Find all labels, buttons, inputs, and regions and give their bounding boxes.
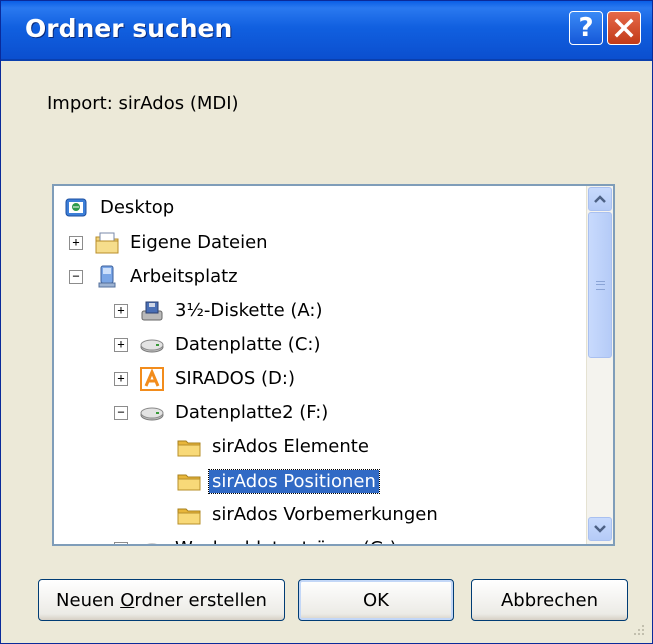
title-bar[interactable]: Ordner suchen ?	[1, 1, 652, 61]
tree-item-label: Desktop	[100, 197, 175, 218]
tree-item-label: SIRADOS (D:)	[175, 368, 295, 389]
cancel-button[interactable]: Abbrechen	[471, 579, 628, 621]
tree-item-label: sirAdos Positionen	[208, 469, 380, 494]
folder-icon	[176, 503, 202, 527]
folder-tree-items: Desktop + Eigene Dateien − Arbeitsplatz +3½-D…	[54, 186, 587, 544]
resize-grip-icon[interactable]	[632, 623, 646, 637]
desktop-icon	[64, 196, 90, 220]
expand-icon[interactable]: +	[114, 542, 128, 544]
tree-item-label: sirAdos Vorbemerkungen	[212, 504, 438, 525]
scroll-down-button[interactable]	[588, 517, 612, 541]
tree-item-label: Datenplatte2 (F:)	[175, 402, 329, 423]
collapse-icon[interactable]: −	[114, 406, 128, 420]
expand-icon[interactable]: +	[114, 372, 128, 386]
folder-tree[interactable]: Desktop + Eigene Dateien − Arbeitsplatz +3½-D…	[52, 184, 615, 546]
new-folder-label-a: Neuen	[56, 589, 121, 611]
expand-icon[interactable]: +	[114, 304, 128, 318]
tree-item-label: sirAdos Elemente	[212, 436, 369, 457]
tree-item[interactable]: +3½-Diskette (A:)	[54, 296, 587, 326]
ok-button[interactable]: OK	[298, 579, 454, 621]
folder-icon	[176, 469, 202, 493]
my-computer-icon	[94, 265, 120, 289]
expand-icon[interactable]: +	[69, 236, 83, 250]
tree-item-label: Wechseldatenträger (G:)	[175, 538, 397, 544]
chevron-down-icon	[594, 525, 606, 533]
hard-drive-icon	[139, 333, 165, 357]
tree-item[interactable]: + Wechseldatenträger (G:)	[54, 534, 587, 544]
new-folder-label-c: rdner erstellen	[134, 589, 267, 611]
floppy-drive-icon	[139, 299, 165, 323]
my-documents-icon	[94, 231, 120, 255]
tree-item[interactable]: + Datenplatte (C:)	[54, 330, 587, 360]
help-button[interactable]: ?	[569, 11, 603, 45]
vertical-scrollbar[interactable]	[586, 186, 613, 544]
tree-item[interactable]: + Eigene Dateien	[54, 228, 587, 258]
tree-item[interactable]: − Arbeitsplatz	[54, 262, 587, 292]
folder-browse-dialog: Ordner suchen ? Import: sirAdos (MDI) De…	[0, 0, 653, 644]
tree-item-label: 3½-Diskette (A:)	[175, 300, 323, 321]
scroll-thumb[interactable]	[588, 212, 612, 358]
collapse-icon[interactable]: −	[69, 270, 83, 284]
tree-item[interactable]: + SIRADOS (D:)	[54, 364, 587, 394]
tree-item[interactable]: sirAdos Positionen	[54, 466, 587, 496]
tree-item[interactable]: sirAdos Elemente	[54, 432, 587, 462]
window-title: Ordner suchen	[25, 14, 233, 43]
hard-drive-icon	[139, 401, 165, 425]
close-icon	[614, 18, 634, 38]
removable-drive-icon	[139, 537, 165, 544]
new-folder-label-b: O	[120, 589, 135, 611]
expand-icon[interactable]: +	[114, 338, 128, 352]
tree-item-label: Arbeitsplatz	[130, 266, 238, 287]
tree-item-label: Datenplatte (C:)	[175, 334, 321, 355]
folder-icon	[176, 435, 202, 459]
tree-item[interactable]: − Datenplatte2 (F:)	[54, 398, 587, 428]
grip-icon	[596, 281, 605, 290]
tree-item[interactable]: sirAdos Vorbemerkungen	[54, 500, 587, 530]
cd-drive-icon	[139, 367, 165, 391]
tree-item[interactable]: Desktop	[54, 193, 587, 223]
new-folder-button[interactable]: Neuen Ordner erstellen	[38, 579, 285, 621]
tree-item-label: Eigene Dateien	[130, 232, 268, 253]
dialog-description: Import: sirAdos (MDI)	[47, 93, 239, 114]
close-button[interactable]	[607, 11, 641, 45]
chevron-up-icon	[594, 195, 606, 203]
scroll-up-button[interactable]	[588, 187, 612, 211]
